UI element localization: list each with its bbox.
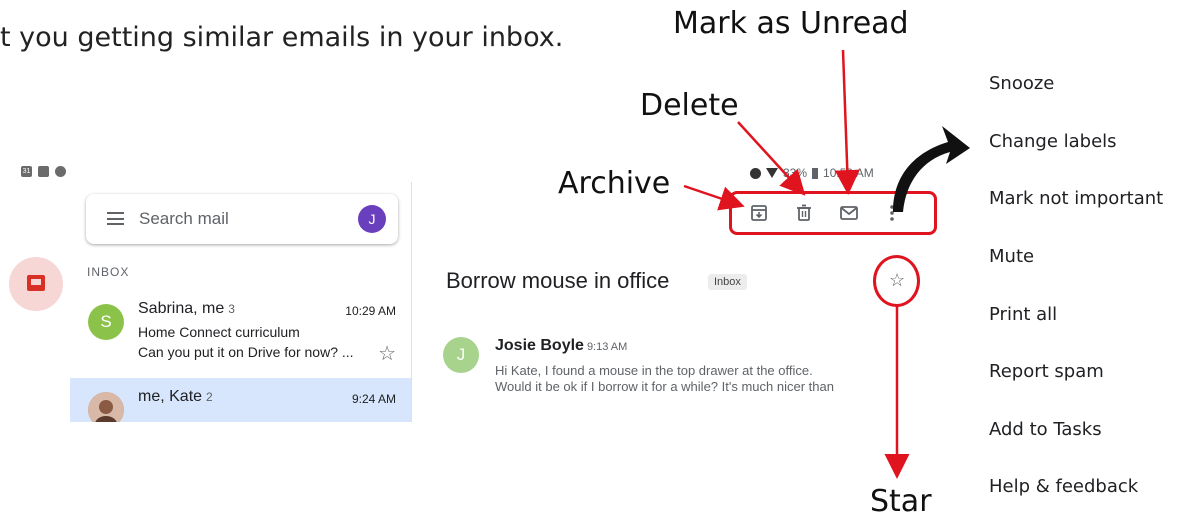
- list-item-subject: Home Connect curriculum: [138, 324, 300, 340]
- list-item-time: 9:24 AM: [351, 392, 396, 406]
- intro-text: t you getting similar emails in your inb…: [0, 22, 564, 53]
- menu-item-snooze[interactable]: Snooze: [989, 73, 1054, 94]
- list-item-snippet: Can you put it on Drive for now? ...: [138, 344, 354, 360]
- more-vert-icon[interactable]: [882, 203, 902, 223]
- list-item[interactable]: me, Kate 2 9:24 AM: [70, 378, 411, 422]
- thread-count: 2: [206, 390, 213, 404]
- menu-item-print-all[interactable]: Print all: [989, 304, 1057, 325]
- message-time: 9:13 AM: [586, 341, 628, 353]
- do-not-disturb-icon: [750, 167, 761, 179]
- message-body-line: Hi Kate, I found a mouse in the top draw…: [495, 363, 813, 378]
- menu-item-mute[interactable]: Mute: [989, 246, 1034, 267]
- message-toolbar: [729, 191, 937, 235]
- callout-delete: Delete: [640, 88, 739, 123]
- list-item-time: 10:29 AM: [345, 304, 396, 318]
- avatar: S: [88, 304, 124, 340]
- menu-item-change-labels[interactable]: Change labels: [989, 131, 1117, 152]
- label-chip[interactable]: Inbox: [708, 274, 747, 290]
- compose-button[interactable]: [9, 257, 63, 311]
- callout-archive: Archive: [558, 166, 671, 201]
- menu-item-add-to-tasks[interactable]: Add to Tasks: [989, 419, 1102, 440]
- app-notification-icon: [55, 166, 66, 177]
- section-label: INBOX: [87, 265, 130, 279]
- battery-icon: [812, 167, 819, 179]
- image-notification-icon: [38, 166, 49, 177]
- archive-icon[interactable]: [749, 203, 769, 223]
- email-list-pane: Search mail J INBOX S Sabrina, me 3 10:29…: [70, 182, 412, 422]
- message-subject: Borrow mouse in office: [446, 268, 670, 293]
- overflow-menu: Snooze Change labels Mark not important …: [971, 55, 1180, 521]
- sender-name: Sabrina, me: [138, 300, 225, 317]
- mail-icon[interactable]: [839, 203, 859, 223]
- status-bar-left: 31: [21, 166, 66, 177]
- sender-name: Josie Boyle: [495, 337, 584, 354]
- menu-item-help-feedback[interactable]: Help & feedback: [989, 476, 1138, 497]
- search-input[interactable]: Search mail: [139, 209, 229, 229]
- list-item-sender: me, Kate 2: [138, 388, 213, 406]
- trash-icon[interactable]: [794, 203, 814, 223]
- sender-name: me, Kate: [138, 388, 203, 405]
- inbox-icon: [27, 275, 45, 291]
- avatar: [88, 392, 124, 422]
- calendar-notification-icon: 31: [21, 166, 32, 177]
- search-bar[interactable]: Search mail J: [86, 194, 398, 244]
- callout-mark-as-unread: Mark as Unread: [673, 6, 909, 41]
- clock: 10:59 AM: [823, 166, 874, 180]
- wifi-icon: [766, 168, 778, 178]
- star-icon[interactable]: ☆: [378, 341, 396, 366]
- message-sender: Josie Boyle 9:13 AM: [495, 337, 627, 355]
- person-photo-icon: [88, 392, 124, 422]
- menu-item-report-spam[interactable]: Report spam: [989, 361, 1104, 382]
- menu-item-mark-not-important[interactable]: Mark not important: [989, 188, 1163, 209]
- menu-icon[interactable]: [107, 212, 124, 225]
- battery-level: 33%: [783, 166, 808, 180]
- arrow-delete: [737, 121, 806, 196]
- status-bar-right: 33% 10:59 AM: [750, 166, 874, 180]
- message-body-line: Would it be ok if I borrow it for a whil…: [495, 379, 834, 394]
- list-item[interactable]: S Sabrina, me 3 10:29 AM Home Connect cur…: [70, 290, 411, 378]
- sender-avatar: J: [443, 337, 479, 373]
- account-avatar[interactable]: J: [358, 205, 386, 233]
- thread-count: 3: [228, 302, 235, 316]
- list-item-sender: Sabrina, me 3: [138, 300, 235, 318]
- callout-star: Star: [870, 484, 932, 519]
- star-icon[interactable]: ☆: [889, 270, 905, 291]
